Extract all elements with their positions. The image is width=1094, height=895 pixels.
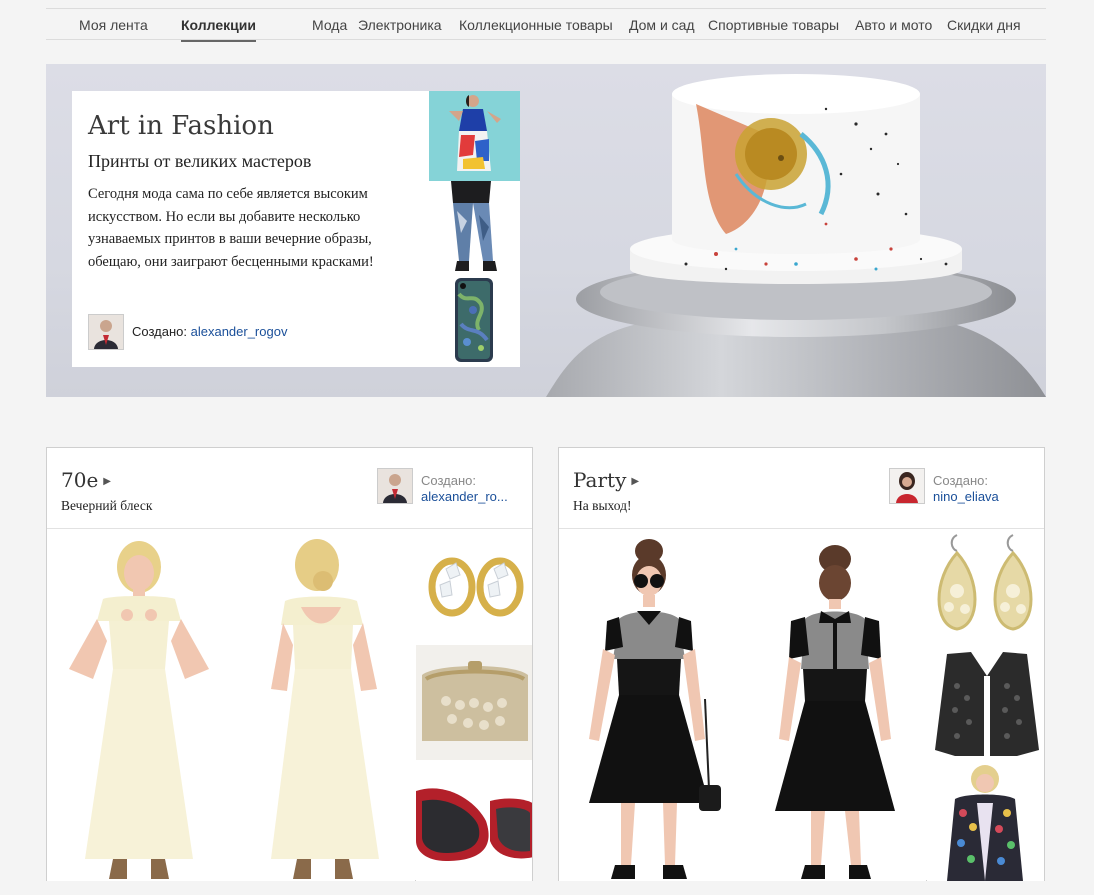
play-arrow-icon: ▶ [103, 476, 111, 487]
nav-daily-deals[interactable]: Скидки дня [947, 17, 1021, 33]
collection-card-header: Party ▶ На выход! Создано: nino_eliava [559, 448, 1044, 529]
hero-spray-cap-image [546, 74, 1046, 397]
collection-card-70s[interactable]: 70е ▶ Вечерний блеск Создано: alexander_r… [46, 447, 533, 881]
hero-title[interactable]: Art in Fashion [88, 111, 274, 141]
collection-card-party[interactable]: Party ▶ На выход! Создано: nino_eliava [558, 447, 1045, 881]
collection-subtitle: Вечерний блеск [61, 498, 153, 513]
product-image-lace-jacket[interactable] [927, 646, 1044, 762]
nav-collections[interactable]: Коллекции [181, 17, 256, 42]
nav-electronics[interactable]: Электроника [358, 17, 442, 33]
hero-thumbnails [429, 91, 520, 367]
nav-fashion[interactable]: Мода [312, 17, 347, 33]
featured-collection-banner[interactable]: Art in Fashion Принты от великих мастеро… [46, 64, 1046, 397]
user-avatar-icon [378, 469, 412, 503]
nav-collectibles[interactable]: Коллекционные товары [459, 17, 613, 33]
collection-subtitle: На выход! [573, 498, 632, 513]
collection-author: Создано: nino_eliava [889, 468, 1039, 504]
top-navigation: Моя лента Коллекции Мода Электроника Кол… [46, 8, 1046, 42]
product-image-sequin-jacket[interactable] [927, 763, 1044, 881]
product-image-drop-earrings[interactable] [927, 529, 1044, 645]
nav-sporting-goods[interactable]: Спортивные товары [708, 17, 839, 33]
avatar[interactable] [889, 468, 925, 504]
product-image-clutch[interactable] [416, 645, 532, 760]
created-label: Создано: [132, 324, 187, 339]
nav-home-garden[interactable]: Дом и сад [629, 17, 695, 33]
author-link[interactable]: alexander_ro... [421, 489, 508, 504]
play-arrow-icon: ▶ [631, 476, 640, 487]
collection-title[interactable]: 70е ▶ [61, 468, 111, 492]
collection-author: Создано: alexander_ro... [377, 468, 527, 504]
collection-images [47, 529, 532, 881]
product-image-dress-front[interactable] [47, 529, 231, 881]
nav-auto-moto[interactable]: Авто и мото [855, 17, 932, 33]
hero-thumb-printed-dress[interactable] [429, 91, 520, 181]
hero-info-card[interactable]: Art in Fashion Принты от великих мастеро… [72, 91, 520, 367]
hero-thumb-phone-case[interactable] [429, 274, 520, 367]
nav-my-feed[interactable]: Моя лента [79, 17, 148, 33]
created-label: Создано: [421, 473, 476, 488]
author-link[interactable]: nino_eliava [933, 489, 999, 504]
collection-images [559, 529, 1044, 881]
collection-title-text: Party [573, 468, 627, 492]
product-image-sunglasses[interactable] [416, 761, 532, 881]
collection-title-text: 70е [61, 468, 99, 492]
user-avatar-icon [890, 469, 924, 503]
collection-title[interactable]: Party ▶ [573, 468, 639, 492]
product-image-dress-back[interactable] [231, 529, 415, 881]
hero-author-text: Создано: alexander_rogov [132, 324, 287, 339]
user-avatar-icon [89, 315, 123, 349]
product-image-earrings[interactable] [416, 529, 532, 644]
avatar[interactable] [377, 468, 413, 504]
hero-thumb-printed-leggings[interactable] [429, 181, 520, 274]
avatar[interactable] [88, 314, 124, 350]
hero-subtitle: Принты от великих мастеров [88, 151, 312, 171]
collection-card-header: 70е ▶ Вечерний блеск Создано: alexander_r… [47, 448, 532, 529]
created-label: Создано: [933, 473, 988, 488]
hero-description: Сегодня мода сама по себе является высок… [88, 186, 374, 270]
hero-author-link[interactable]: alexander_rogov [191, 324, 288, 339]
product-image-black-dress[interactable] [559, 529, 926, 881]
